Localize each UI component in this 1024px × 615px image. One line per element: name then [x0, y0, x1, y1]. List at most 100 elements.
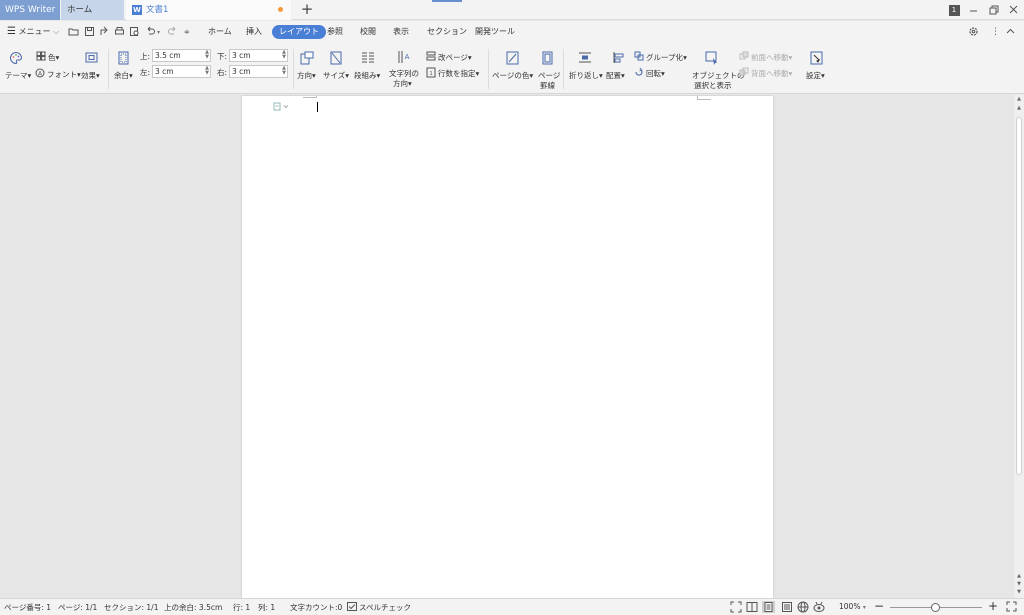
line-numbers-button[interactable]: 行数を指定▾ — [438, 68, 479, 79]
orientation-icon[interactable] — [300, 51, 314, 65]
spinner-arrows-icon[interactable]: ▲ ▼ — [205, 50, 209, 60]
tab-section[interactable]: セクション — [427, 25, 467, 39]
bring-forward-button[interactable]: 前面へ移動▾ — [751, 52, 792, 63]
print-layout-icon[interactable] — [762, 601, 775, 613]
tab-developer[interactable]: 開発ツール — [475, 25, 515, 39]
redo-icon[interactable] — [167, 26, 178, 37]
text-cursor — [317, 102, 318, 112]
send-backward-button[interactable]: 背面へ移動▾ — [751, 68, 792, 79]
page-color-button[interactable]: ページの色▾ — [492, 70, 533, 81]
scroll-page-up-icon[interactable]: ▲ — [1014, 105, 1024, 111]
document-page[interactable] — [242, 96, 773, 598]
effects-button[interactable]: 効果▾ — [81, 70, 100, 81]
rotate-button[interactable]: 回転▾ — [646, 68, 665, 79]
scroll-up-icon[interactable]: ▲ — [1014, 96, 1024, 102]
home-tab[interactable]: ホーム — [61, 0, 124, 20]
print-preview-icon[interactable] — [129, 26, 140, 37]
object-settings-button[interactable]: 設定▾ — [806, 70, 825, 81]
tab-references[interactable]: 参照 — [327, 25, 343, 39]
left-margin-input[interactable]: 3 cm ▲ ▼ — [152, 65, 211, 78]
text-wrap-icon[interactable] — [578, 51, 592, 64]
main-menu-button[interactable]: ☰ メニュー ⌵ — [7, 25, 59, 39]
word-count-status[interactable]: 文字カウント:0 — [290, 602, 342, 613]
zoom-in-button[interactable]: + — [988, 599, 998, 613]
selection-pane-label-2[interactable]: 選択と表示 — [694, 80, 732, 91]
align-button[interactable]: 配置▾ — [606, 70, 625, 81]
outline-view-icon[interactable] — [781, 601, 793, 613]
text-direction-icon[interactable]: A — [397, 50, 411, 64]
tab-view[interactable]: 表示 — [393, 25, 409, 39]
eye-protection-icon[interactable] — [813, 601, 825, 613]
scroll-page-up-icon[interactable]: ▲ — [1014, 573, 1024, 579]
object-settings-icon[interactable] — [810, 51, 823, 65]
web-layout-icon[interactable] — [797, 601, 809, 613]
zoom-out-button[interactable]: − — [874, 599, 884, 613]
columns-button[interactable]: 段組み▾ — [354, 70, 380, 81]
section-status[interactable]: セクション: 1/1 — [104, 602, 158, 613]
save-icon[interactable] — [84, 26, 95, 37]
group-button[interactable]: グループ化▾ — [646, 52, 687, 63]
new-tab-button[interactable]: + — [300, 0, 314, 20]
page-border-icon[interactable] — [542, 51, 553, 65]
scroll-down-icon[interactable]: ▼ — [1014, 589, 1024, 595]
column-status[interactable]: 列: 1 — [258, 602, 275, 613]
print-icon[interactable] — [114, 26, 125, 37]
columns-icon[interactable] — [361, 51, 375, 64]
page-border-label-2[interactable]: 罫線 — [540, 80, 555, 91]
scrollbar-thumb[interactable] — [1016, 117, 1022, 475]
more-options-icon[interactable]: ⋮ — [991, 25, 1000, 39]
share-icon[interactable] — [99, 26, 110, 37]
line-status[interactable]: 行: 1 — [233, 602, 250, 613]
top-margin-input[interactable]: 3.5 cm ▲ ▼ — [152, 49, 211, 62]
spinner-arrows-icon[interactable]: ▲ ▼ — [282, 66, 286, 76]
document-tab[interactable]: W 文書1 — [126, 0, 291, 20]
zoom-level-dropdown[interactable]: 100% ▾ — [839, 602, 866, 611]
undo-icon[interactable] — [145, 26, 156, 37]
spinner-arrows-icon[interactable]: ▲ ▼ — [282, 50, 286, 60]
page-color-icon[interactable] — [506, 51, 519, 65]
text-direction-button[interactable]: 方向▾ — [393, 78, 412, 89]
settings-gear-icon[interactable] — [968, 26, 979, 37]
collapse-ribbon-icon[interactable] — [1005, 26, 1016, 37]
scroll-page-down-icon[interactable]: ▼ — [1014, 581, 1024, 587]
align-icon[interactable] — [612, 51, 625, 64]
margins-button[interactable]: 余白▾ — [114, 70, 133, 81]
effects-icon[interactable] — [85, 52, 98, 63]
orientation-button[interactable]: 方向▾ — [297, 70, 316, 81]
page-size-icon[interactable] — [330, 51, 342, 65]
minimize-button[interactable] — [964, 0, 984, 20]
tab-insert[interactable]: 挿入 — [246, 25, 262, 39]
badge-icon[interactable]: 1 — [944, 0, 964, 20]
pages-status[interactable]: ページ: 1/1 — [58, 602, 97, 613]
tab-layout[interactable]: レイアウト — [272, 25, 326, 39]
theme-palette-icon[interactable] — [9, 51, 23, 65]
page-break-button[interactable]: 改ページ▾ — [438, 52, 472, 63]
selection-pane-icon[interactable] — [705, 51, 719, 65]
tab-home[interactable]: ホーム — [208, 25, 232, 39]
close-button[interactable] — [1004, 0, 1024, 20]
page-number-status[interactable]: ページ番号: 1 — [4, 602, 51, 613]
spinner-arrows-icon[interactable]: ▲ ▼ — [205, 66, 209, 76]
top-margin-status[interactable]: 上の余白: 3.5cm — [164, 602, 222, 613]
vertical-scrollbar[interactable]: ▲ ▲ ▲ ▼ ▼ — [1014, 95, 1024, 598]
text-wrap-button[interactable]: 折り返し▾ — [569, 70, 603, 81]
restore-button[interactable] — [984, 0, 1004, 20]
font-button[interactable]: フォント▾ — [47, 69, 81, 80]
zoom-slider-knob[interactable] — [931, 603, 940, 612]
paste-options-icon[interactable] — [273, 102, 291, 111]
fit-window-icon[interactable] — [1006, 601, 1017, 612]
spell-check-button[interactable]: スペルチェック — [359, 602, 411, 613]
right-margin-input[interactable]: 3 cm ▲ ▼ — [229, 65, 288, 78]
open-icon[interactable] — [68, 26, 79, 37]
color-button[interactable]: 色▾ — [48, 52, 59, 63]
customize-toolbar-icon[interactable]: ≑ — [184, 25, 190, 39]
read-mode-icon[interactable] — [746, 601, 758, 613]
tab-review[interactable]: 校閲 — [360, 25, 376, 39]
app-tab[interactable]: WPS Writer — [0, 0, 60, 20]
theme-button[interactable]: テーマ▾ — [5, 70, 31, 81]
bottom-margin-input[interactable]: 3 cm ▲ ▼ — [229, 49, 288, 62]
full-screen-icon[interactable] — [730, 601, 742, 613]
page-size-button[interactable]: サイズ▾ — [323, 70, 349, 81]
undo-dropdown-icon[interactable]: ▾ — [157, 26, 160, 40]
margins-icon[interactable] — [118, 51, 129, 65]
